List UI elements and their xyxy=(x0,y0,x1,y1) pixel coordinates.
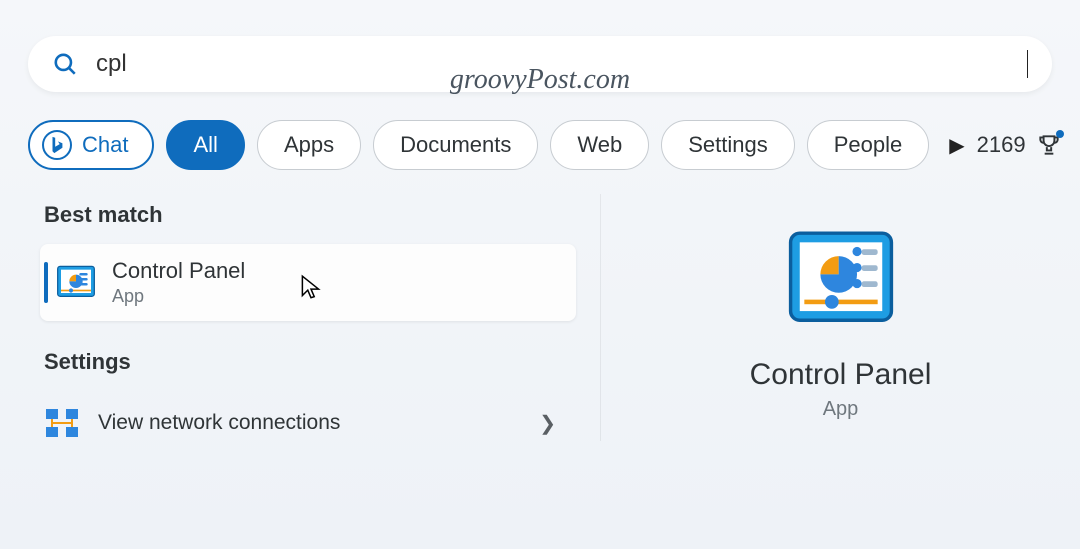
result-title: Control Panel xyxy=(112,258,245,284)
chat-button[interactable]: Chat xyxy=(28,120,154,170)
filter-people[interactable]: People xyxy=(807,120,930,170)
search-input[interactable]: cpl xyxy=(96,50,1031,78)
more-filters-arrow-icon[interactable]: ▶ xyxy=(949,133,964,158)
control-panel-icon xyxy=(56,263,96,303)
control-panel-large-icon xyxy=(786,224,896,334)
filter-web[interactable]: Web xyxy=(550,120,649,170)
filter-all[interactable]: All xyxy=(166,120,244,170)
mouse-cursor-icon xyxy=(300,274,322,307)
search-bar[interactable]: cpl xyxy=(28,36,1052,92)
results-left-column: Best match Control Panel App xyxy=(0,194,600,441)
bing-icon xyxy=(42,130,72,160)
results-area: Best match Control Panel App xyxy=(0,194,1080,441)
chevron-right-icon: ❯ xyxy=(539,411,556,436)
filter-apps[interactable]: Apps xyxy=(257,120,361,170)
text-caret xyxy=(1027,50,1028,78)
filter-documents[interactable]: Documents xyxy=(373,120,538,170)
rewards-points: 2169 xyxy=(977,132,1026,158)
result-text: Control Panel App xyxy=(112,258,245,307)
best-match-result[interactable]: Control Panel App xyxy=(40,244,576,321)
trophy-icon xyxy=(1036,132,1062,158)
search-icon xyxy=(52,51,78,77)
result-subtitle: App xyxy=(112,286,245,307)
best-match-header: Best match xyxy=(44,202,600,228)
detail-title: Control Panel xyxy=(750,358,932,392)
chat-label: Chat xyxy=(82,132,128,158)
settings-item-label: View network connections xyxy=(98,411,340,435)
detail-subtitle: App xyxy=(823,398,859,421)
rewards-counter[interactable]: 2169 xyxy=(977,132,1074,158)
filter-row: Chat All Apps Documents Web Settings Peo… xyxy=(28,120,1052,170)
network-connections-icon xyxy=(44,405,80,441)
filter-settings[interactable]: Settings xyxy=(661,120,795,170)
settings-header: Settings xyxy=(44,349,600,375)
settings-result-network[interactable]: View network connections ❯ xyxy=(40,391,576,441)
detail-panel: Control Panel App xyxy=(600,194,1080,441)
